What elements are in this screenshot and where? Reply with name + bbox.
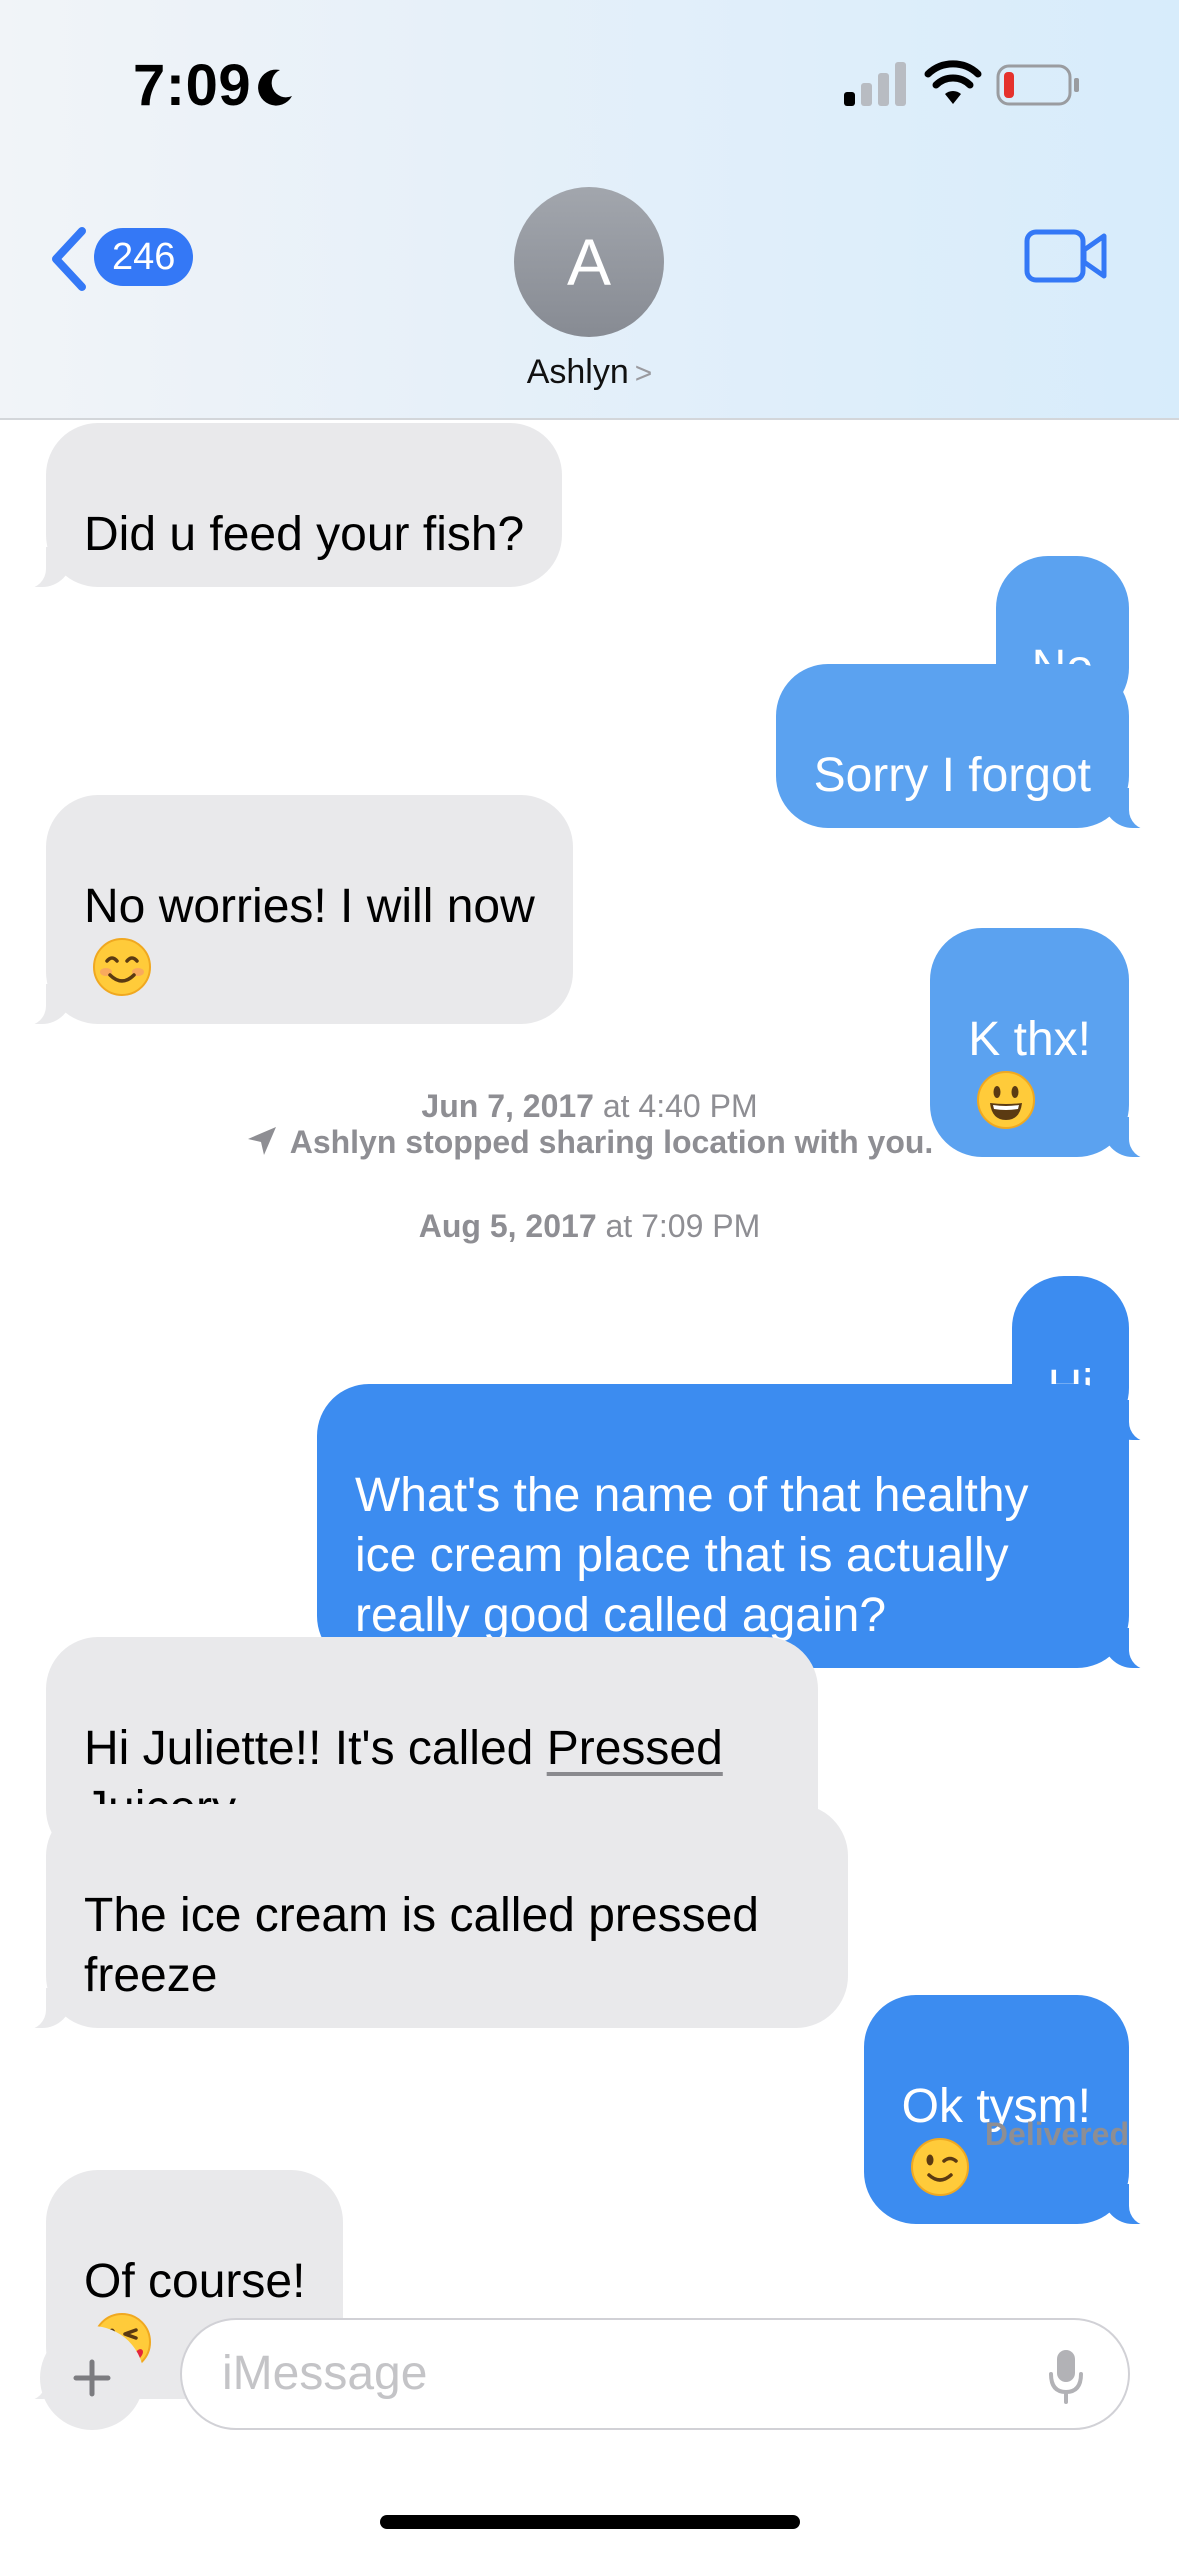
- contact-name-button[interactable]: Ashlyn >: [0, 353, 1179, 392]
- unread-count-badge[interactable]: 246: [94, 228, 194, 286]
- microphone-icon[interactable]: [1048, 2348, 1084, 2404]
- location-arrow-icon: [247, 1127, 276, 1155]
- sent-message[interactable]: What's the name of that healthy ice crea…: [317, 1384, 1155, 1670]
- imessage-input[interactable]: iMessage: [180, 2318, 1130, 2430]
- message-text: K thx!: [968, 1013, 1091, 1066]
- chevron-right-icon: >: [634, 357, 653, 390]
- sent-message[interactable]: Sorry I forgot: [775, 664, 1156, 830]
- apps-plus-button[interactable]: [40, 2326, 144, 2430]
- timestamp-date: Aug 5, 2017: [418, 1208, 597, 1244]
- timestamp-date: Jun 7, 2017: [421, 1088, 594, 1124]
- message-text: Hi Juliette!! It's called: [84, 1722, 547, 1775]
- moon-icon: [258, 69, 292, 106]
- timestamp: Jun 7, 2017 at 4:40 PM: [0, 1088, 1179, 1125]
- received-message[interactable]: The ice cream is called pressed freeze: [20, 1804, 848, 2030]
- message-text: No worries! I will now: [84, 880, 535, 933]
- cellular-signal-icon: [844, 62, 906, 106]
- contact-name: Ashlyn: [526, 353, 629, 391]
- status-time: 7:09: [133, 53, 252, 118]
- location-note-text: Ashlyn stopped sharing location with you…: [289, 1124, 934, 1160]
- message-text: The ice cream is called pressed freeze: [84, 1889, 759, 2002]
- battery-low-icon: [996, 64, 1079, 106]
- timestamp: Aug 5, 2017 at 7:09 PM: [0, 1208, 1179, 1245]
- smiling-face-icon: [93, 938, 151, 996]
- message-text: Of course!: [84, 2255, 306, 2308]
- received-message[interactable]: Did u feed your fish?: [19, 423, 563, 589]
- avatar[interactable]: A: [514, 187, 664, 337]
- location-sharing-note: Ashlyn stopped sharing location with you…: [0, 1124, 1179, 1161]
- winking-face-icon: [910, 2138, 969, 2196]
- delivered-status: Delivered: [984, 2116, 1129, 2152]
- timestamp-time: at 7:09 PM: [605, 1208, 761, 1244]
- timestamp-time: at 4:40 PM: [602, 1088, 758, 1124]
- sent-message[interactable]: Ok tysm!: [863, 1995, 1156, 2226]
- back-chevron-icon[interactable]: [48, 225, 90, 293]
- home-indicator[interactable]: [380, 2515, 800, 2529]
- received-message[interactable]: No worries! I will now: [20, 795, 573, 1026]
- input-placeholder: iMessage: [222, 2347, 428, 2400]
- message-text: What's the name of that healthy ice crea…: [355, 1469, 1029, 1642]
- wifi-icon: [924, 60, 982, 104]
- message-text: Did u feed your fish?: [84, 508, 525, 561]
- message-text: Sorry I forgot: [813, 749, 1091, 802]
- conversation-header: 7:09 246 A Ashlyn >: [0, 0, 1179, 420]
- video-camera-icon[interactable]: [1024, 226, 1108, 286]
- plus-icon: [73, 2359, 111, 2397]
